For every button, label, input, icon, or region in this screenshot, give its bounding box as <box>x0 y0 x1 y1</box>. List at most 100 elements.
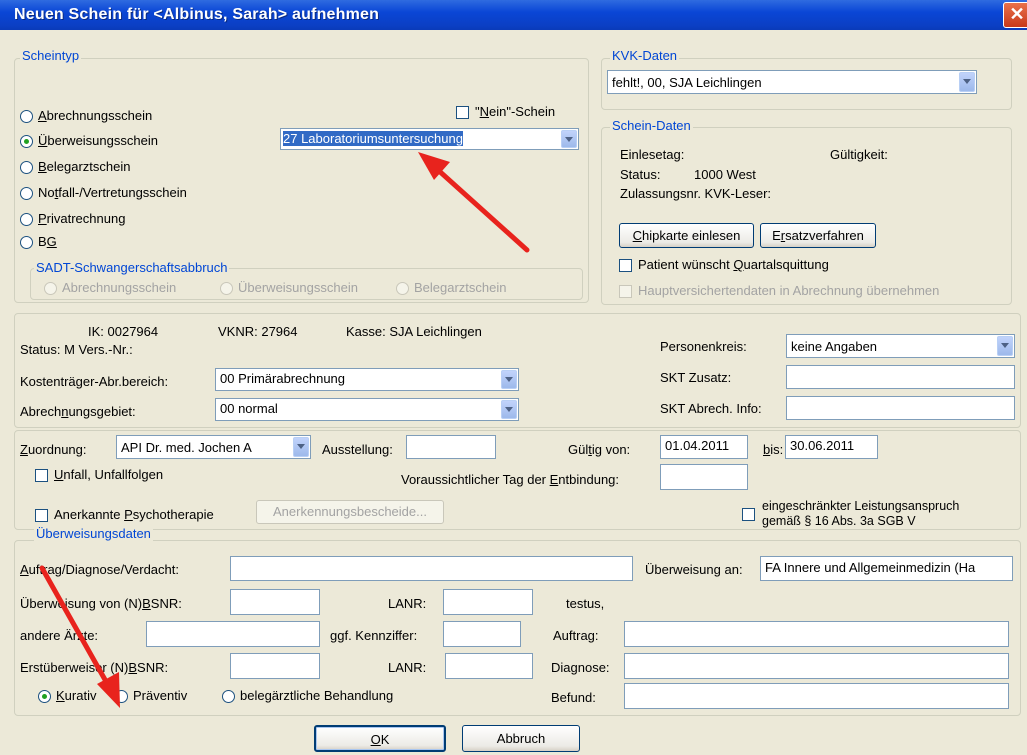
skt-info-input[interactable] <box>786 396 1015 420</box>
chipkarte-einlesen-button[interactable]: Chipkarte einlesen <box>619 223 754 248</box>
radio-icon[interactable] <box>222 690 235 703</box>
status-versnr-label: Status: M Vers.-Nr.: <box>20 342 133 357</box>
zuordnung-label: Zuordnung: <box>20 442 87 457</box>
andere-aerzte-input[interactable] <box>146 621 320 647</box>
auftrag-input[interactable] <box>624 621 1009 647</box>
gueltig-von-input[interactable]: 01.04.2011 <box>660 435 748 459</box>
checkbox-icon[interactable] <box>456 106 469 119</box>
befund-label: Befund: <box>551 690 596 705</box>
radio-icon[interactable] <box>115 690 128 703</box>
status-value: 1000 West <box>694 167 756 182</box>
radio-label: Privatrechnung <box>38 211 126 226</box>
close-icon[interactable]: ✕ <box>1003 2 1027 28</box>
ik-label: IK: 0027964 <box>88 324 159 339</box>
dropdown-arrow-icon[interactable] <box>501 370 517 389</box>
ueberweisung-an-input[interactable]: FA Innere und Allgemeinmedizin (Ha <box>760 556 1013 581</box>
bis-input[interactable]: 30.06.2011 <box>785 435 878 459</box>
unfall-label: Unfall, Unfallfolgen <box>54 467 164 482</box>
ersatzverfahren-button[interactable]: Ersatzverfahren <box>760 223 876 248</box>
lanr-label: LANR: <box>388 596 427 611</box>
kostentraeger-label: Kostenträger-Abr.bereich: <box>20 374 169 389</box>
kostentraeger-value: 00 Primärabrechnung <box>220 371 346 386</box>
kurativ-label: Kurativ <box>56 688 97 703</box>
radio-icon[interactable] <box>20 187 33 200</box>
scheintyp-legend: Scheintyp <box>20 48 82 63</box>
zuordnung-select[interactable]: API Dr. med. Jochen A <box>116 435 311 459</box>
auftrag-diagnose-input[interactable] <box>230 556 633 581</box>
ok-button[interactable]: OK <box>314 725 446 752</box>
skt-zusatz-input[interactable] <box>786 365 1015 389</box>
radio-label: Notfall-/Vertretungsschein <box>38 185 187 200</box>
dropdown-arrow-icon[interactable] <box>959 72 975 92</box>
sadt-legend: SADT-Schwangerschaftsabbruch <box>34 260 230 275</box>
abrechnungsgebiet-label: Abrechnungsgebiet: <box>20 404 136 419</box>
ueberweisung-von-input[interactable] <box>230 589 320 615</box>
erstueberweiser-input[interactable] <box>230 653 320 679</box>
dropdown-arrow-icon[interactable] <box>501 400 517 419</box>
dialog-window: Neuen Schein für <Albinus, Sarah> aufneh… <box>0 0 1027 755</box>
erstueberweiser-label: Erstüberweiser (N)BSNR: <box>20 660 169 675</box>
personenkreis-label: Personenkreis: <box>660 339 747 354</box>
kasse-label: Kasse: SJA Leichlingen <box>346 324 482 339</box>
title-bar[interactable]: Neuen Schein für <Albinus, Sarah> aufneh… <box>0 0 1027 30</box>
personenkreis-value: keine Angaben <box>791 339 878 354</box>
checkbox-icon[interactable] <box>742 508 755 521</box>
radio-selected-icon[interactable] <box>20 135 33 148</box>
psychotherapie-label: Anerkannte Psychotherapie <box>54 507 214 522</box>
ausstellung-input[interactable] <box>406 435 496 459</box>
diagnose-input[interactable] <box>624 653 1009 679</box>
radio-icon[interactable] <box>20 161 33 174</box>
belegaerztlich-label: belegärztliche Behandlung <box>240 688 394 703</box>
leistungsanspruch-label-1: eingeschränkter Leistungsanspruch <box>762 499 960 513</box>
radio-label: Abrechnungsschein <box>38 108 153 123</box>
anerkennungsbescheide-button[interactable]: Anerkennungsbescheide... <box>256 500 444 524</box>
gueltig-von-label: Gültig von: <box>568 442 631 457</box>
checkbox-icon[interactable] <box>35 469 48 482</box>
schein-daten-legend: Schein-Daten <box>610 118 693 133</box>
einlesetag-label: Einlesetag: <box>620 147 685 162</box>
checkbox-icon[interactable] <box>619 285 632 298</box>
kvk-select[interactable]: fehlt!, 00, SJA Leichlingen <box>607 70 977 94</box>
sadt-radio-beleg-icon[interactable] <box>396 282 409 295</box>
ueberweisung-von-label: Überweisung von (N)BSNR: <box>20 596 182 611</box>
window-title: Neuen Schein für <Albinus, Sarah> aufneh… <box>14 6 380 23</box>
ueberweisung-type-select[interactable]: 27 Laboratoriumsuntersuchung <box>280 128 579 150</box>
skt-zusatz-label: SKT Zusatz: <box>660 370 732 385</box>
sadt-label-beleg: Belegarztschein <box>414 280 507 295</box>
dropdown-arrow-icon[interactable] <box>997 336 1013 356</box>
radio-label: BG <box>38 234 57 249</box>
kvk-legend: KVK-Daten <box>610 48 680 63</box>
leistungsanspruch-label-2: gemäß § 16 Abs. 3a SGB V <box>762 514 916 528</box>
zuordnung-value: API Dr. med. Jochen A <box>121 440 252 455</box>
entbindung-label: Voraussichtlicher Tag der Entbindung: <box>401 472 620 487</box>
radio-icon[interactable] <box>20 213 33 226</box>
checkbox-icon[interactable] <box>35 509 48 522</box>
radio-selected-icon[interactable] <box>38 690 51 703</box>
quartalsquittung-label: Patient wünscht Quartalsquittung <box>638 257 829 272</box>
personenkreis-select[interactable]: keine Angaben <box>786 334 1015 358</box>
status-label: Status: <box>620 167 661 182</box>
ueberweisung-an-label: Überweisung an: <box>645 562 743 577</box>
kennziffer-input[interactable] <box>443 621 521 647</box>
sadt-radio-ueberweisung-icon[interactable] <box>220 282 233 295</box>
lanr-input[interactable] <box>443 589 533 615</box>
dropdown-arrow-icon[interactable] <box>561 130 577 148</box>
bis-label: bis: <box>763 442 784 457</box>
abbruch-button[interactable]: Abbruch <box>462 725 580 752</box>
kennziffer-label: ggf. Kennziffer: <box>330 628 418 643</box>
hauptversicherten-label: Hauptversichertendaten in Abrechnung übe… <box>638 283 940 298</box>
radio-icon[interactable] <box>20 110 33 123</box>
auftrag-label: Auftrag: <box>553 628 599 643</box>
befund-input[interactable] <box>624 683 1009 709</box>
sadt-radio-abrechnung-icon[interactable] <box>44 282 57 295</box>
gueltigkeit-label: Gültigkeit: <box>830 147 888 162</box>
lanr2-input[interactable] <box>445 653 533 679</box>
kostentraeger-select[interactable]: 00 Primärabrechnung <box>215 368 519 391</box>
radio-icon[interactable] <box>20 236 33 249</box>
kvk-value: fehlt!, 00, SJA Leichlingen <box>612 75 762 90</box>
dropdown-arrow-icon[interactable] <box>293 437 309 457</box>
entbindung-input[interactable] <box>660 464 748 490</box>
abrechnungsgebiet-select[interactable]: 00 normal <box>215 398 519 421</box>
checkbox-icon[interactable] <box>619 259 632 272</box>
sadt-label-abrechnung: Abrechnungsschein <box>62 280 177 295</box>
